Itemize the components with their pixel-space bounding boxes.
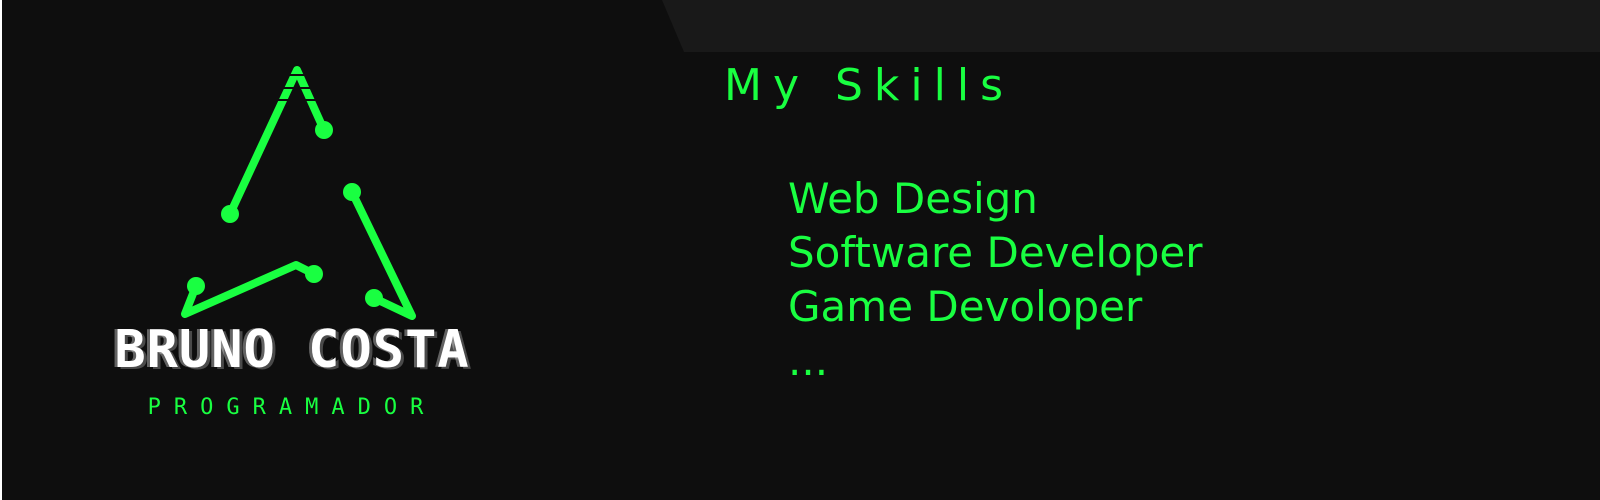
top-band-shape [662,0,1600,52]
skill-item-web-design: Web Design [788,174,1038,223]
top-header-band [2,0,1600,52]
skills-list: Web Design Software Developer Game Devol… [788,172,1203,388]
skills-title: My Skills [724,60,1014,111]
skill-item-game-developer: Game Devoloper [788,282,1143,331]
skill-item-more: ... [788,336,829,385]
page-background: BRUNO COSTA PROGRAMADOR My Skills Web De… [2,0,1600,500]
brand-name: BRUNO COSTA [114,320,470,380]
brand-subtitle: PROGRAMADOR [147,395,437,420]
brand-logo: BRUNO COSTA PROGRAMADOR [62,60,542,430]
skill-item-software-developer: Software Developer [788,228,1203,277]
circuit-triangle-icon [181,66,416,320]
